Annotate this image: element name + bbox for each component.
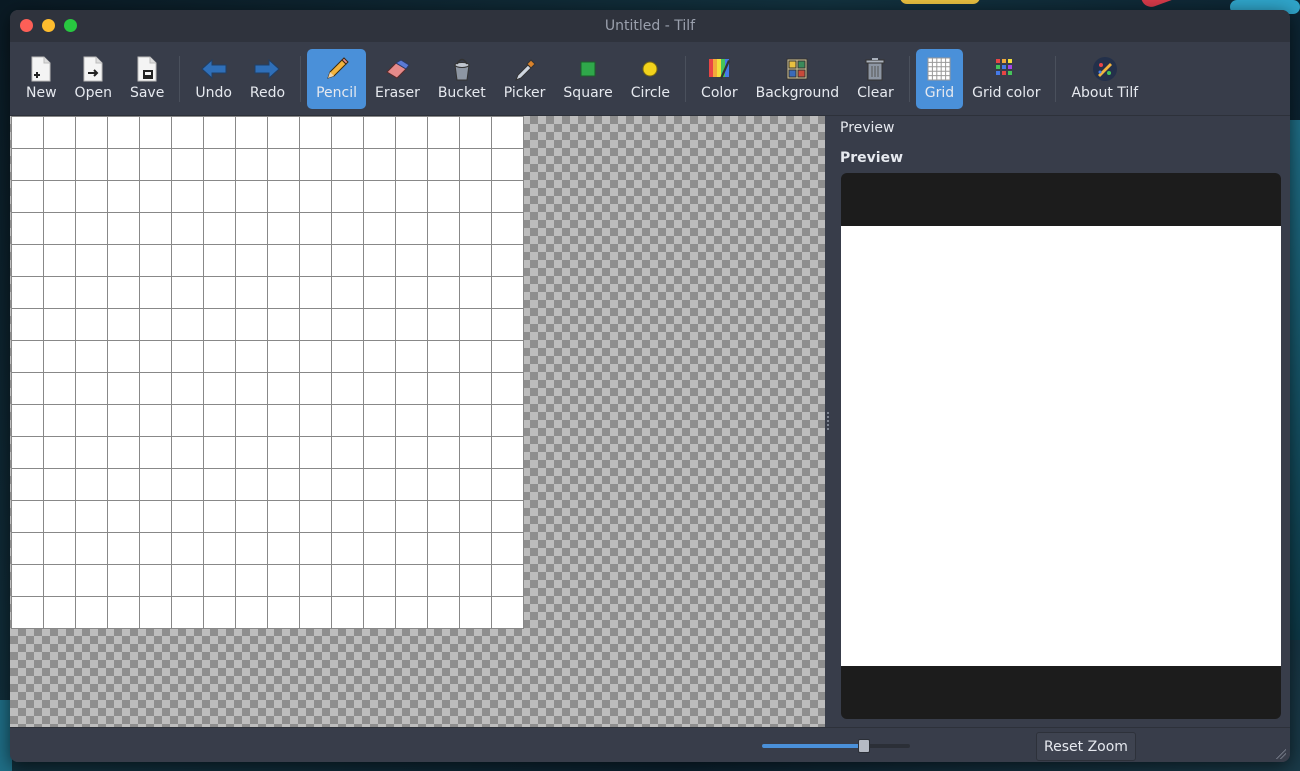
bucket-button[interactable]: Bucket (429, 49, 495, 109)
toolbar-button-label: New (26, 85, 57, 101)
status-bar: Reset Zoom (10, 727, 1290, 762)
square-icon (579, 56, 597, 82)
color-button[interactable]: Color (692, 49, 747, 109)
save-file-icon (136, 56, 158, 82)
window-title: Untitled - Tilf (604, 18, 696, 34)
zoom-slider-fill (762, 744, 863, 748)
preview-image (841, 226, 1281, 666)
picker-button[interactable]: Picker (495, 49, 555, 109)
toolbar-button-label: About Tilf (1071, 85, 1139, 101)
splitter-grip-icon (827, 412, 829, 430)
canvas-viewport[interactable] (10, 116, 825, 727)
undo-button[interactable]: Undo (186, 49, 241, 109)
circle-button[interactable]: Circle (622, 49, 679, 109)
toolbar-button-label: Save (129, 85, 165, 101)
trash-icon (864, 56, 886, 82)
grid-color-button[interactable]: Grid color (963, 49, 1049, 109)
open-button[interactable]: Open (66, 49, 121, 109)
app-logo-icon (1092, 56, 1118, 82)
pixel-canvas[interactable] (11, 116, 524, 629)
toolbar-button-label: Picker (503, 85, 546, 101)
title-bar: Untitled - Tilf (10, 10, 1290, 42)
new-button[interactable]: New (17, 49, 66, 109)
color-palette-icon (706, 56, 732, 82)
clear-button[interactable]: Clear (848, 49, 903, 109)
redo-button[interactable]: Redo (241, 49, 294, 109)
toolbar-separator (179, 55, 181, 102)
toolbar-button-label: Circle (630, 85, 671, 101)
toolbar-button-label: Color (701, 85, 738, 101)
pencil-button[interactable]: Pencil (307, 48, 366, 109)
zoom-slider[interactable] (762, 739, 910, 753)
wallpaper-shape (900, 0, 980, 4)
toolbar-button-label: Bucket (437, 85, 486, 101)
grid-icon (927, 56, 951, 82)
preview-panel: Preview Preview (831, 116, 1290, 727)
redo-arrow-icon (253, 56, 281, 82)
circle-icon (641, 56, 659, 82)
toolbar-button-label: Open (74, 85, 112, 101)
background-button[interactable]: Background (747, 49, 849, 109)
eraser-button[interactable]: Eraser (366, 49, 429, 109)
preview-heading: Preview (840, 150, 904, 166)
color-picker-icon (513, 56, 537, 82)
main-area: Preview Preview (10, 116, 1290, 727)
minimize-window-button[interactable] (42, 19, 55, 32)
toolbar-button-label: Pencil (316, 85, 357, 101)
background-icon (785, 56, 809, 82)
toolbar-separator (908, 55, 910, 102)
save-button[interactable]: Save (121, 49, 173, 109)
preview-panel-title: Preview (840, 120, 895, 136)
resize-grip-icon[interactable] (1276, 749, 1286, 759)
preview-frame (841, 173, 1281, 719)
new-file-icon (30, 56, 52, 82)
window-controls (20, 19, 77, 32)
toolbar-button-label: Clear (857, 85, 894, 101)
wallpaper-shape (1138, 0, 1202, 10)
eraser-icon (384, 56, 411, 82)
app-window: Untitled - Tilf New Open Save Undo Redo Penci… (10, 10, 1290, 762)
undo-arrow-icon (200, 56, 228, 82)
toolbar-button-label: Grid color (972, 85, 1041, 101)
toolbar-button-label: Square (563, 85, 613, 101)
toolbar-button-label: Grid (924, 85, 955, 101)
open-file-icon (82, 56, 104, 82)
toolbar-button-label: Undo (195, 85, 232, 101)
grid-color-icon (994, 56, 1018, 82)
about-button[interactable]: About Tilf (1062, 49, 1147, 109)
reset-zoom-button[interactable]: Reset Zoom (1036, 732, 1136, 761)
close-window-button[interactable] (20, 19, 33, 32)
toolbar-button-label: Background (755, 85, 840, 101)
bucket-icon (451, 56, 473, 82)
toolbar-button-label: Eraser (374, 85, 420, 101)
toolbar-separator (685, 55, 687, 102)
grid-button[interactable]: Grid (915, 48, 964, 109)
pencil-icon (324, 56, 350, 82)
toolbar-separator (300, 55, 302, 102)
zoom-slider-handle[interactable] (857, 739, 870, 753)
square-button[interactable]: Square (554, 49, 621, 109)
maximize-window-button[interactable] (64, 19, 77, 32)
toolbar-button-label: Redo (249, 85, 286, 101)
toolbar-separator (1055, 55, 1057, 102)
toolbar: New Open Save Undo Redo Pencil Eraser Bucket Pic… (10, 42, 1290, 116)
